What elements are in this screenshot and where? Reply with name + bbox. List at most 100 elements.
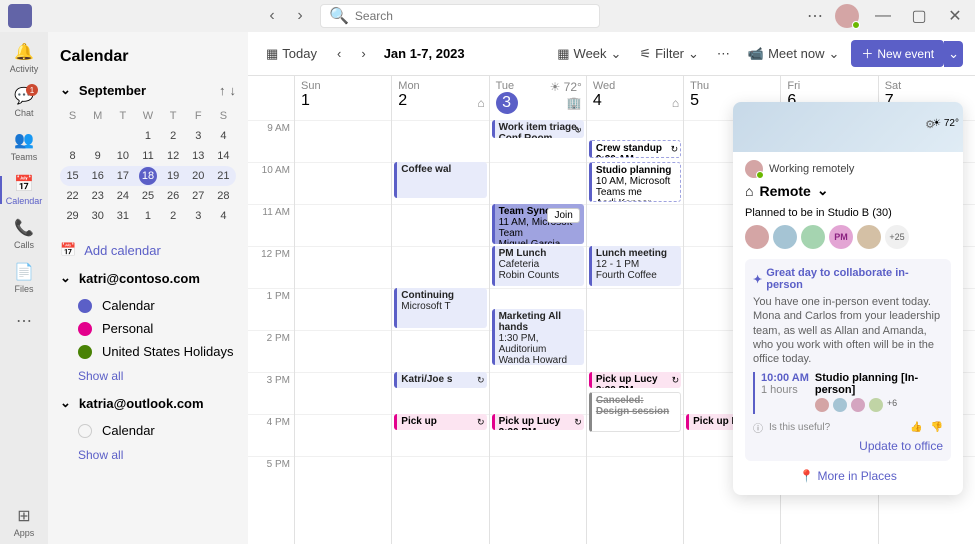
calendar-item[interactable]: Personal xyxy=(60,317,236,340)
mini-cal-day[interactable]: 3 xyxy=(186,206,211,226)
mini-cal-day[interactable]: 1 xyxy=(135,206,160,226)
rail-apps[interactable]: ⊞Apps xyxy=(0,500,48,544)
avatar-more[interactable]: +25 xyxy=(885,225,909,249)
update-office-link[interactable]: Update to office xyxy=(753,439,943,453)
search-input[interactable] xyxy=(355,9,591,23)
mini-cal-day[interactable]: 16 xyxy=(85,166,110,186)
view-week[interactable]: ▦Week ⌄ xyxy=(551,42,627,66)
mini-cal-day[interactable]: 24 xyxy=(110,186,135,206)
mini-cal-day[interactable]: 15 xyxy=(60,166,85,186)
mini-cal-day[interactable]: 12 xyxy=(161,146,186,166)
mini-cal-day[interactable]: 27 xyxy=(186,186,211,206)
mini-cal-day[interactable]: 11 xyxy=(135,146,160,166)
mini-cal-day[interactable]: 9 xyxy=(85,146,110,166)
range-next[interactable]: › xyxy=(355,42,371,65)
mini-cal-day[interactable]: 1 xyxy=(135,126,160,146)
thumbs-down-icon[interactable]: 👎 xyxy=(931,422,943,433)
mini-calendar[interactable]: SMTWTFS 12348910111213141516171819202122… xyxy=(60,106,236,226)
day-column[interactable]: Tue3☀ 72°🏢Work item triage, Conf Room↻Te… xyxy=(489,76,586,544)
avatar[interactable]: PM xyxy=(829,225,853,249)
mini-cal-day[interactable]: 18 xyxy=(135,166,160,186)
range-prev[interactable]: ‹ xyxy=(331,42,347,65)
add-calendar[interactable]: 📅Add calendar xyxy=(60,242,236,258)
mini-cal-day[interactable]: 25 xyxy=(135,186,160,206)
maximize-button[interactable]: ▢ xyxy=(907,4,931,28)
avatar[interactable] xyxy=(801,225,825,249)
thumbs-up-icon[interactable]: 👍 xyxy=(910,422,922,433)
calendar-item[interactable]: Calendar xyxy=(60,419,236,442)
rail-activity[interactable]: 🔔Activity xyxy=(0,36,48,80)
search-box[interactable]: 🔍 xyxy=(320,4,600,28)
calendar-event[interactable]: Work item triage, Conf Room↻ xyxy=(492,120,584,138)
show-all-link[interactable]: Show all xyxy=(60,369,236,383)
mini-cal-day[interactable]: 2 xyxy=(161,126,186,146)
mini-cal-day[interactable]: 29 xyxy=(60,206,85,226)
account-header[interactable]: ⌄katria@outlook.com xyxy=(60,395,236,411)
avatar[interactable] xyxy=(745,225,769,249)
calendar-event[interactable]: Pick up Lucy 3:30 PM↻ xyxy=(492,414,584,430)
close-button[interactable]: ✕ xyxy=(943,4,967,28)
mini-cal-day[interactable]: 14 xyxy=(211,146,236,166)
calendar-event[interactable]: Studio planning10 AM, Microsoft Teams me… xyxy=(589,162,681,202)
month-prev[interactable]: ↑ xyxy=(219,83,226,98)
rail-calendar[interactable]: 📅Calendar xyxy=(0,168,48,212)
rail-files[interactable]: 📄Files xyxy=(0,256,48,300)
filter-button[interactable]: ⚟Filter ⌄ xyxy=(633,42,704,66)
calendar-event[interactable]: Katri/Joe s↻ xyxy=(394,372,486,388)
meet-now-button[interactable]: 📹Meet now ⌄ xyxy=(742,42,845,66)
mini-cal-day[interactable]: 13 xyxy=(186,146,211,166)
calendar-event[interactable]: Coffee wal xyxy=(394,162,486,198)
nav-back[interactable]: ‹ xyxy=(260,4,284,28)
new-event-drop[interactable]: ⌄ xyxy=(944,41,963,67)
mini-cal-day[interactable]: 21 xyxy=(211,166,236,186)
location-selector[interactable]: ⌂Remote⌄ xyxy=(745,182,951,199)
mini-cal-day[interactable]: 4 xyxy=(211,126,236,146)
mini-cal-day[interactable]: 23 xyxy=(85,186,110,206)
mini-cal-day[interactable]: 20 xyxy=(186,166,211,186)
account-header[interactable]: ⌄katri@contoso.com xyxy=(60,270,236,286)
mini-cal-day[interactable]: 2 xyxy=(161,206,186,226)
rail-more[interactable]: ⋯ xyxy=(0,300,48,344)
calendar-item[interactable]: United States Holidays xyxy=(60,340,236,363)
rail-chat[interactable]: 💬Chat1 xyxy=(0,80,48,124)
calendar-event[interactable]: ContinuingMicrosoft T xyxy=(394,288,486,328)
mini-cal-day[interactable]: 30 xyxy=(85,206,110,226)
calendar-event[interactable]: PM LunchCafeteriaRobin Counts xyxy=(492,246,584,286)
calendar-event[interactable]: Pick up↻ xyxy=(394,414,486,430)
user-avatar[interactable] xyxy=(835,4,859,28)
chevron-down-icon[interactable]: ⌄ xyxy=(60,82,71,98)
mini-cal-day[interactable]: 22 xyxy=(60,186,85,206)
toolbar-more[interactable]: ⋯ xyxy=(711,42,736,66)
day-column[interactable]: Wed4⌂Crew standup 9:30 AM,↻Studio planni… xyxy=(586,76,683,544)
minimize-button[interactable]: — xyxy=(871,4,895,28)
mini-cal-day[interactable]: 10 xyxy=(110,146,135,166)
mini-cal-day[interactable]: 31 xyxy=(110,206,135,226)
mini-cal-day[interactable]: 19 xyxy=(161,166,186,186)
mini-cal-day[interactable] xyxy=(60,126,85,146)
calendar-event[interactable]: Canceled: Design session xyxy=(589,392,681,432)
calendar-event[interactable]: Marketing All hands1:30 PM, AuditoriumWa… xyxy=(492,309,584,365)
avatar[interactable] xyxy=(857,225,881,249)
show-all-link[interactable]: Show all xyxy=(60,448,236,462)
more-places-link[interactable]: 📍 More in Places xyxy=(745,469,951,483)
avatar[interactable] xyxy=(773,225,797,249)
mini-cal-day[interactable] xyxy=(85,126,110,146)
month-next[interactable]: ↓ xyxy=(230,83,237,98)
calendar-event[interactable]: Pick up Lucy 3:30 PM↻ xyxy=(589,372,681,388)
join-button[interactable]: Join xyxy=(547,208,579,223)
day-column[interactable]: Sun1 xyxy=(294,76,391,544)
mini-cal-day[interactable] xyxy=(110,126,135,146)
mini-cal-day[interactable]: 17 xyxy=(110,166,135,186)
rail-calls[interactable]: 📞Calls xyxy=(0,212,48,256)
more-icon[interactable]: ⋯ xyxy=(807,6,823,26)
calendar-event[interactable]: Team Sync11 AM, Microsoft TeamMiguel Gar… xyxy=(492,204,584,244)
mini-cal-day[interactable]: 3 xyxy=(186,126,211,146)
calendar-event[interactable]: Lunch meeting12 - 1 PMFourth Coffee xyxy=(589,246,681,286)
rail-teams[interactable]: 👥Teams xyxy=(0,124,48,168)
calendar-event[interactable]: Crew standup 9:30 AM,↻ xyxy=(589,140,681,158)
mini-cal-day[interactable]: 28 xyxy=(211,186,236,206)
mini-cal-day[interactable]: 4 xyxy=(211,206,236,226)
new-event-button[interactable]: ＋New event xyxy=(851,40,944,67)
nav-forward[interactable]: › xyxy=(288,4,312,28)
mini-cal-day[interactable]: 26 xyxy=(161,186,186,206)
